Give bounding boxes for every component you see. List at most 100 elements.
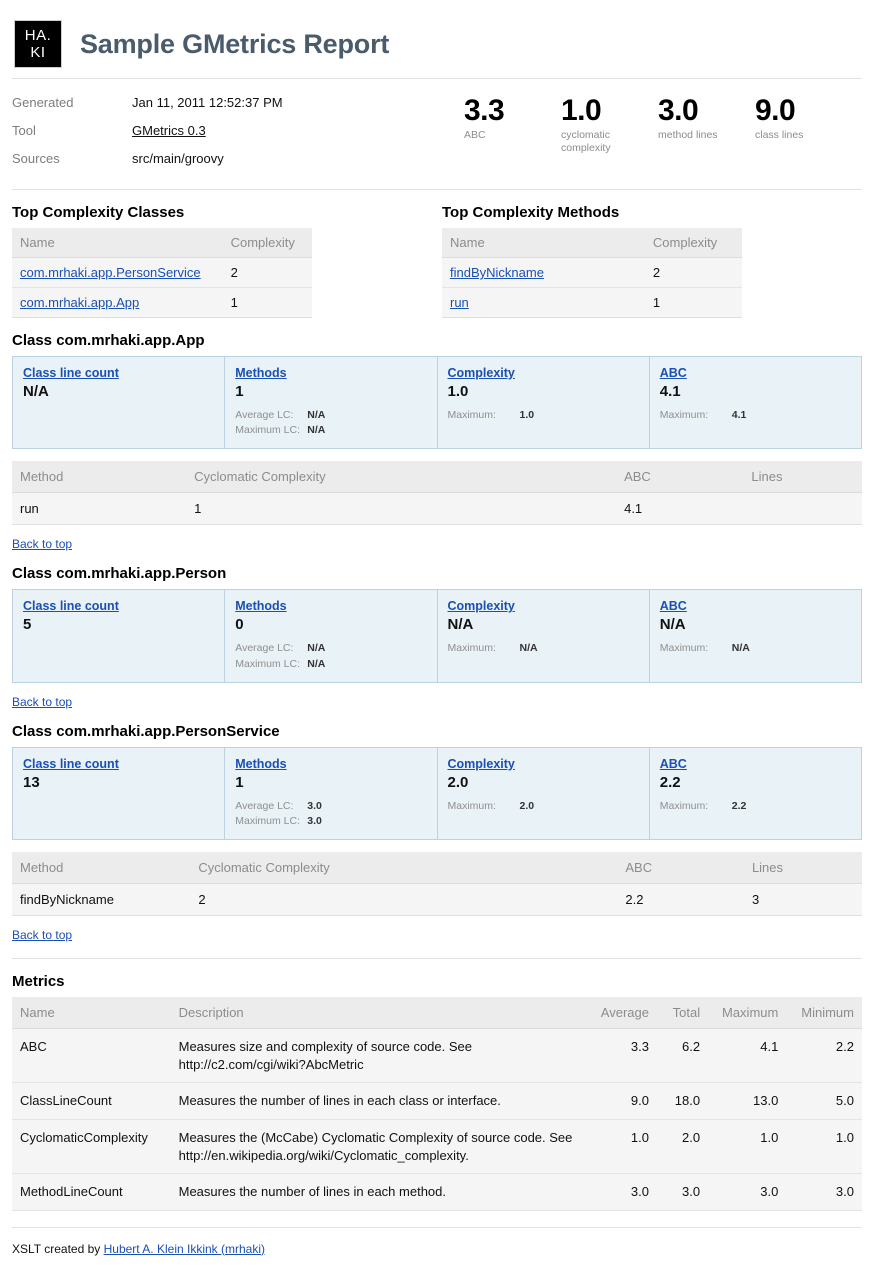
metric-sub-label: Maximum LC: xyxy=(235,424,301,437)
cell-name: ClassLineCount xyxy=(12,1082,171,1120)
back-to-top-link[interactable]: Back to top xyxy=(12,537,862,551)
metric-link[interactable]: ABC xyxy=(660,599,687,613)
metric-sub-value: 1.0 xyxy=(519,409,535,421)
metric-link[interactable]: Class line count xyxy=(23,757,119,771)
metric-value: 5 xyxy=(23,616,32,634)
logo-line-1: HA. xyxy=(24,27,52,44)
cell-complexity: 2 xyxy=(644,257,742,288)
class-metric-cell: Class line count N/A xyxy=(13,357,226,449)
class-metric-cell: Class line count 5 xyxy=(13,590,226,682)
column-header-method: Method xyxy=(12,852,191,885)
metrics-divider xyxy=(12,958,862,960)
metrics-table: Name Description Average Total Maximum M… xyxy=(12,997,862,1211)
column-header-abc: ABC xyxy=(616,461,744,494)
metric-sub: Maximum: 2.2 xyxy=(660,799,851,814)
back-to-top-link[interactable]: Back to top xyxy=(12,695,862,709)
meta-label: Tool xyxy=(12,123,36,138)
cell-lines xyxy=(743,492,862,526)
footer: XSLT created by Hubert A. Klein Ikkink (… xyxy=(12,1228,862,1256)
cell-minimum: 3.0 xyxy=(786,1173,862,1211)
metric-sub-label: Maximum: xyxy=(659,642,709,655)
metric-link[interactable]: ABC xyxy=(660,757,687,771)
report-page: HA. KI Sample GMetrics Report Generated J… xyxy=(0,0,874,1256)
metric-link[interactable]: Complexity xyxy=(448,757,515,771)
total-value: 9.0 xyxy=(755,94,796,127)
metric-link[interactable]: Complexity xyxy=(448,366,515,380)
metric-sub: Average LC: N/A xyxy=(235,641,426,656)
cell-description: Measures the (McCabe) Cyclomatic Complex… xyxy=(170,1119,587,1175)
metric-link[interactable]: Methods xyxy=(235,599,286,613)
class-metric-cell: Class line count 13 xyxy=(13,747,226,840)
cell-complexity: 2 xyxy=(222,257,312,288)
top-complexity-section: Top Complexity Classes Name Complexity c… xyxy=(12,190,862,318)
metric-sub-value: N/A xyxy=(307,642,326,655)
class-heading: Class com.mrhaki.app.PersonService xyxy=(12,722,280,740)
class-link[interactable]: findByNickname xyxy=(450,265,544,280)
column-header-complexity: Complexity xyxy=(644,228,742,258)
metric-link[interactable]: Complexity xyxy=(448,599,515,613)
meta-label: Generated xyxy=(12,95,74,110)
cell-total: 3.0 xyxy=(656,1173,709,1211)
cell-method: findByNickname xyxy=(12,883,191,917)
metric-link[interactable]: Class line count xyxy=(23,366,119,380)
column-header-cyclomatic-complexity: Cyclomatic Complexity xyxy=(190,852,618,885)
metric-link[interactable]: Methods xyxy=(235,366,286,380)
cell-name: com.mrhaki.app.PersonService xyxy=(12,257,223,288)
column-header-lines: Lines xyxy=(743,852,862,885)
metric-sub-label: Average LC: xyxy=(235,409,294,421)
table-row: com.mrhaki.app.PersonService 2 xyxy=(12,257,312,288)
total-item: 3.3 ABC xyxy=(464,95,561,179)
metric-sub-value: 2.2 xyxy=(731,799,747,812)
class-link[interactable]: run xyxy=(450,295,469,310)
top-complexity-methods: Top Complexity Methods Name Complexity f… xyxy=(442,190,862,318)
metric-sub: Maximum LC: N/A xyxy=(235,657,426,672)
class-metric-cell: ABC 4.1 Maximum: 4.1 xyxy=(650,357,861,448)
cell-average: 9.0 xyxy=(586,1082,657,1120)
metric-sub-value: 3.0 xyxy=(307,815,322,828)
table-header-row: Method Cyclomatic Complexity ABC Lines xyxy=(12,852,862,885)
table-row: ABC Measures size and complexity of sourc… xyxy=(12,1028,862,1084)
meta-value: src/main/groovy xyxy=(132,151,224,166)
class-metric-box: Class line count 5 Methods 0 Average LC: N/A M… xyxy=(12,589,862,683)
cell-complexity: 1 xyxy=(644,287,742,318)
metric-sub-value: N/A xyxy=(307,657,326,670)
column-header-name: Name xyxy=(442,228,645,258)
page-title: Sample GMetrics Report xyxy=(80,28,390,59)
class-link[interactable]: com.mrhaki.app.App xyxy=(20,295,139,310)
metric-sub: Maximum LC: N/A xyxy=(235,423,426,438)
total-label: class lines xyxy=(755,128,804,141)
meta-row: Tool GMetrics 0.3 xyxy=(12,123,442,151)
cell-description: Measures the number of lines in each met… xyxy=(170,1173,587,1211)
class-link[interactable]: com.mrhaki.app.PersonService xyxy=(20,265,201,280)
total-item: 9.0 class lines xyxy=(755,95,852,179)
cell-maximum: 4.1 xyxy=(708,1028,787,1084)
meta-value-link[interactable]: GMetrics 0.3 xyxy=(132,123,206,138)
metric-value: 2.2 xyxy=(659,773,681,791)
metric-sub-label: Maximum: xyxy=(447,642,496,655)
table-header-row: Name Description Average Total Maximum M… xyxy=(12,997,862,1030)
cell-minimum: 5.0 xyxy=(786,1082,862,1120)
total-label: cyclomatic complexity xyxy=(561,128,611,154)
metric-value: N/A xyxy=(447,616,474,634)
metric-value: N/A xyxy=(659,616,686,634)
metric-sub: Average LC: N/A xyxy=(235,408,426,423)
metric-value: 0 xyxy=(235,616,244,634)
column-header-minimum: Minimum xyxy=(786,997,862,1030)
back-to-top-link[interactable]: Back to top xyxy=(12,928,862,942)
metric-sub-label: Maximum: xyxy=(659,409,709,421)
metric-sub-value: 2.0 xyxy=(519,799,535,812)
class-metric-cell: Complexity 1.0 Maximum: 1.0 xyxy=(438,357,650,449)
table-row: MethodLineCount Measures the number of li… xyxy=(12,1173,862,1211)
metric-link[interactable]: Methods xyxy=(235,757,286,771)
cell-name: ABC xyxy=(12,1028,171,1084)
metric-link[interactable]: ABC xyxy=(660,366,687,380)
table-row: CyclomaticComplexity Measures the (McCabe… xyxy=(12,1119,862,1175)
column-header-total: Total xyxy=(656,997,709,1030)
metric-link[interactable]: Class line count xyxy=(23,599,119,613)
cell-average: 3.3 xyxy=(586,1028,657,1084)
footer-author-link[interactable]: Hubert A. Klein Ikkink (mrhaki) xyxy=(104,1242,265,1256)
total-item: 3.0 method lines xyxy=(658,95,755,179)
meta-label: Sources xyxy=(12,151,60,166)
column-header-name: Name xyxy=(12,228,223,258)
cell-minimum: 2.2 xyxy=(786,1028,862,1084)
